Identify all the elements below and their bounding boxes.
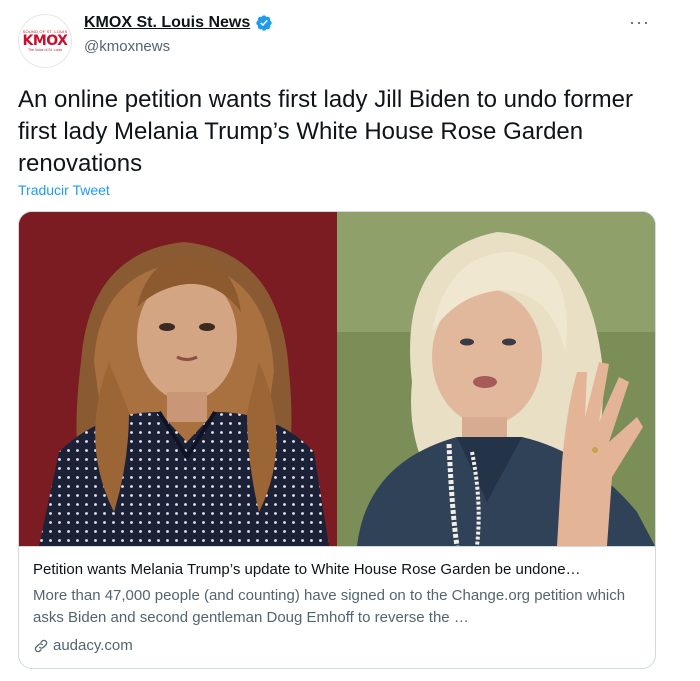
more-options-icon[interactable]: ··· bbox=[629, 12, 650, 33]
card-domain: audacy.com bbox=[53, 637, 133, 654]
display-name[interactable]: KMOX St. Louis News bbox=[84, 14, 250, 32]
link-card[interactable]: Petition wants Melania Trump’s update to… bbox=[18, 211, 656, 669]
avatar-brand-text: KMOX bbox=[22, 33, 68, 49]
card-photo-left bbox=[19, 212, 337, 546]
author-name-row: KMOX St. Louis News bbox=[84, 14, 273, 32]
translate-tweet-link[interactable]: Traducir Tweet bbox=[18, 182, 110, 198]
handle[interactable]: @kmoxnews bbox=[84, 38, 170, 55]
tweet-text: An online petition wants first lady Jill… bbox=[18, 86, 633, 177]
card-photo-right bbox=[337, 212, 655, 546]
link-icon bbox=[34, 639, 48, 652]
tweet: SOUND OF ST. LOUIS KMOX The Voice of St.… bbox=[0, 0, 700, 681]
card-domain-row: audacy.com bbox=[33, 637, 133, 654]
card-body: Petition wants Melania Trump’s update to… bbox=[19, 546, 655, 668]
card-title: Petition wants Melania Trump’s update to… bbox=[33, 561, 581, 578]
verified-badge-icon bbox=[256, 15, 272, 31]
avatar[interactable]: SOUND OF ST. LOUIS KMOX The Voice of St.… bbox=[18, 14, 72, 68]
avatar-tagline: The Voice of St. Louis bbox=[27, 48, 63, 52]
card-description: More than 47,000 people (and counting) h… bbox=[33, 587, 626, 626]
